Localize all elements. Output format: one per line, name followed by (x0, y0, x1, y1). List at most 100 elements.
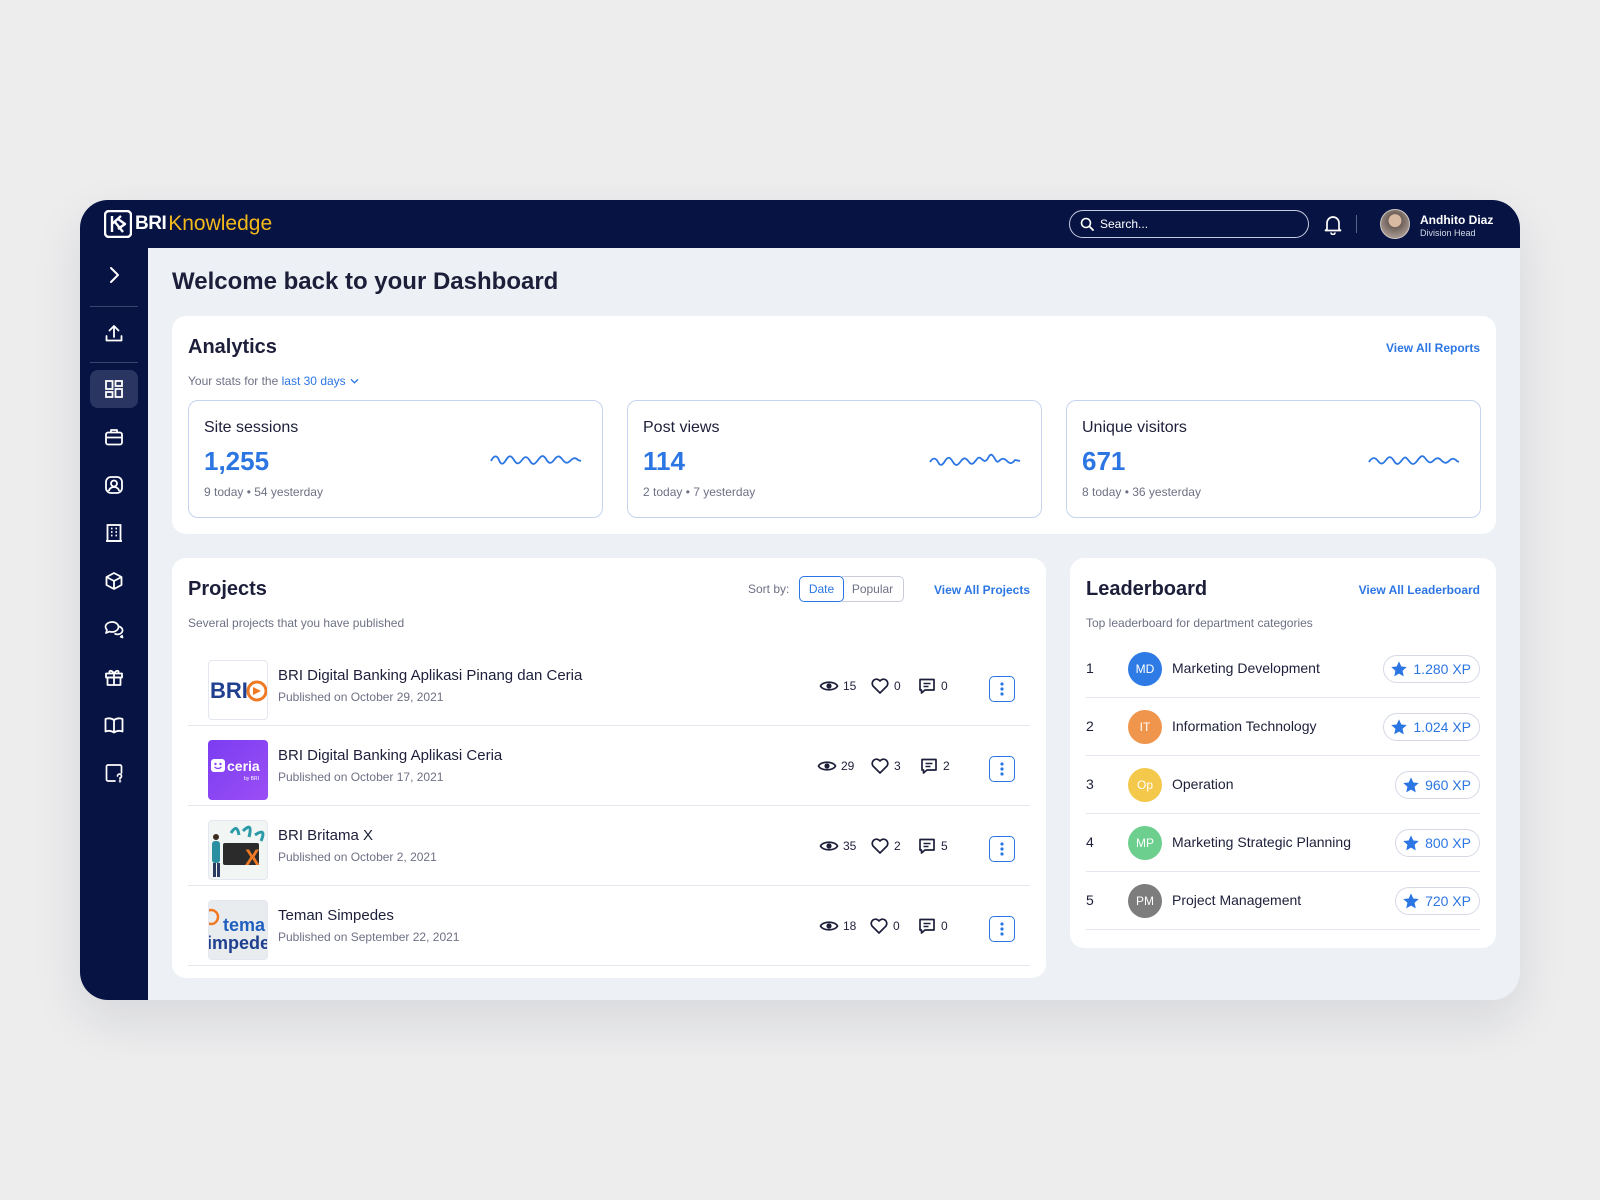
sort-option-popular[interactable]: Popular (842, 576, 904, 602)
building-icon (106, 524, 122, 542)
sidebar-divider (90, 306, 138, 307)
eye-icon (819, 681, 839, 691)
leaderboard-row[interactable]: 2 IT Information Technology 1.024 XP (1086, 698, 1480, 756)
chevron-down-icon (350, 379, 358, 385)
leaderboard-row[interactable]: 4 MP Marketing Strategic Planning 800 XP (1086, 814, 1480, 872)
xp-value: 960 XP (1425, 777, 1471, 793)
project-comments[interactable]: 2 (919, 756, 950, 776)
project-thumbnail: ceria by BRI (208, 740, 268, 800)
xp-badge: 960 XP (1395, 771, 1480, 799)
analytics-title: Analytics (188, 336, 277, 358)
app-window: BRI Knowledge Andhito Diaz Division Head (80, 200, 1520, 1000)
logo-bri-text: BRI (135, 213, 167, 234)
project-likes[interactable]: 2 (870, 836, 901, 856)
project-more-button[interactable] (989, 916, 1015, 942)
stat-card-post-views[interactable]: Post views 114 2 today • 7 yesterday (627, 400, 1042, 518)
project-name[interactable]: BRI Digital Banking Aplikasi Ceria (278, 747, 502, 764)
view-all-reports-link[interactable]: View All Reports (1386, 341, 1480, 355)
department-avatar: PM (1128, 884, 1162, 918)
user-circle-icon (105, 476, 123, 494)
xp-value: 1.024 XP (1413, 719, 1471, 735)
stat-card-unique-visitors[interactable]: Unique visitors 671 8 today • 36 yesterd… (1066, 400, 1481, 518)
sidebar-item-gift[interactable] (90, 658, 138, 696)
search-box[interactable] (1069, 210, 1309, 238)
leaderboard-row[interactable]: 5 PM Project Management 720 XP (1086, 872, 1480, 930)
comments-count: 5 (941, 839, 948, 853)
xp-value: 720 XP (1425, 893, 1471, 909)
user-name[interactable]: Andhito Diaz (1420, 213, 1493, 227)
package-icon (105, 572, 123, 590)
department-avatar: MP (1128, 826, 1162, 860)
logo[interactable]: BRI Knowledge (104, 210, 272, 238)
project-name[interactable]: Teman Simpedes (278, 907, 394, 924)
project-likes[interactable]: 0 (869, 916, 900, 936)
leaderboard-title: Leaderboard (1086, 578, 1208, 600)
project-comments[interactable]: 0 (917, 916, 948, 936)
date-range-dropdown[interactable]: last 30 days (282, 374, 359, 388)
logo-knowledge-text: Knowledge (168, 212, 273, 235)
kebab-menu-icon (1000, 842, 1004, 856)
view-all-leaderboard-link[interactable]: View All Leaderboard (1359, 583, 1480, 597)
likes-count: 2 (894, 839, 901, 853)
project-date: Published on October 17, 2021 (278, 770, 444, 784)
project-name[interactable]: BRI Britama X (278, 827, 373, 844)
stat-subtext: 9 today • 54 yesterday (204, 485, 323, 499)
sidebar-item-building[interactable] (90, 514, 138, 552)
project-views: 18 (819, 916, 856, 936)
search-input[interactable] (1100, 217, 1300, 231)
project-views: 29 (817, 756, 854, 776)
xp-badge: 1.280 XP (1383, 655, 1480, 683)
sidebar-item-upload[interactable] (90, 314, 138, 352)
sidebar-item-help[interactable] (90, 754, 138, 792)
chat-icon (104, 621, 124, 639)
leaderboard-row[interactable]: 3 Op Operation 960 XP (1086, 756, 1480, 814)
project-views: 15 (819, 676, 856, 696)
briefcase-icon (105, 429, 123, 446)
sidebar-item-profile[interactable] (90, 466, 138, 504)
stat-value: 671 (1082, 446, 1126, 476)
sidebar-item-book[interactable] (90, 706, 138, 744)
project-likes[interactable]: 0 (870, 676, 901, 696)
sidebar-item-chat[interactable] (90, 610, 138, 648)
leaderboard-rank: 2 (1086, 718, 1094, 734)
sidebar-expand-button[interactable] (90, 256, 138, 294)
project-more-button[interactable] (989, 676, 1015, 702)
sidebar-item-briefcase[interactable] (90, 418, 138, 456)
project-comments[interactable]: 0 (917, 676, 948, 696)
leaderboard-rank: 3 (1086, 776, 1094, 792)
bell-icon[interactable] (1322, 213, 1344, 235)
project-comments[interactable]: 5 (917, 836, 948, 856)
kebab-menu-icon (1000, 762, 1004, 776)
project-name[interactable]: BRI Digital Banking Aplikasi Pinang dan … (278, 667, 582, 684)
sidebar-item-dashboard[interactable] (90, 370, 138, 408)
project-row[interactable]: X BRI Britama X Published on October 2, … (188, 806, 1030, 886)
leaderboard-card: Leaderboard View All Leaderboard Top lea… (1070, 558, 1496, 948)
search-icon (1080, 217, 1094, 231)
view-all-projects-link[interactable]: View All Projects (934, 583, 1030, 597)
leaderboard-row[interactable]: 1 MD Marketing Development 1.280 XP (1086, 640, 1480, 698)
project-likes[interactable]: 3 (870, 756, 901, 776)
views-count: 29 (841, 759, 855, 773)
chevron-right-icon (110, 267, 119, 283)
department-name: Marketing Development (1172, 660, 1320, 676)
comments-count: 0 (941, 919, 948, 933)
eye-icon (819, 841, 839, 851)
eye-icon (819, 921, 839, 931)
user-avatar[interactable] (1380, 209, 1410, 239)
star-icon (1391, 661, 1408, 677)
project-more-button[interactable] (989, 756, 1015, 782)
likes-count: 0 (893, 919, 900, 933)
department-name: Information Technology (1172, 718, 1317, 734)
book-icon (104, 717, 124, 734)
thumbnail-text: tema (223, 915, 266, 935)
project-row[interactable]: BRI BRI Digital Banking Aplikasi Pinang … (188, 646, 1030, 726)
projects-title: Projects (188, 578, 267, 600)
project-more-button[interactable] (989, 836, 1015, 862)
sort-option-date[interactable]: Date (799, 576, 844, 602)
stat-label: Post views (643, 419, 720, 436)
stat-card-site-sessions[interactable]: Site sessions 1,255 9 today • 54 yesterd… (188, 400, 603, 518)
xp-value: 1.280 XP (1413, 661, 1471, 677)
sidebar-item-package[interactable] (90, 562, 138, 600)
project-row[interactable]: tema impede Teman Simpedes Published on … (188, 886, 1030, 966)
project-row[interactable]: ceria by BRI BRI Digital Banking Aplikas… (188, 726, 1030, 806)
